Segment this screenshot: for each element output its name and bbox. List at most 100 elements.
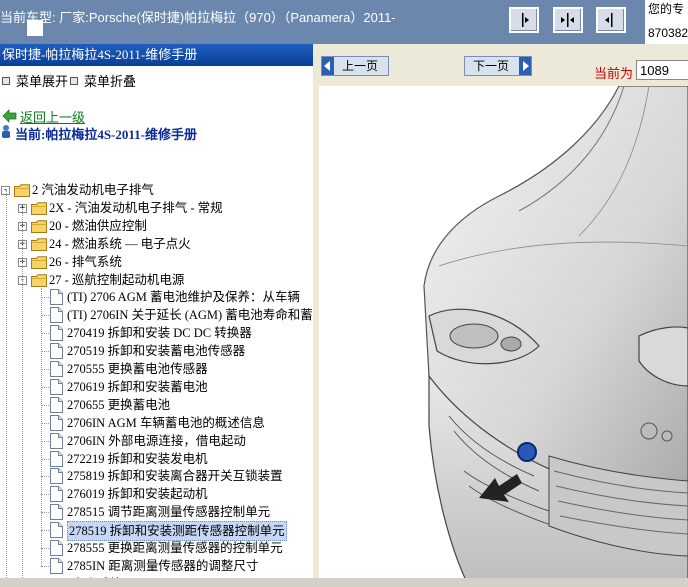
tree-guide-line (22, 207, 23, 584)
tree-document-row[interactable]: 270555 更换蓄电池传感器 (0, 360, 313, 378)
tree-connector (41, 440, 49, 442)
tree-document-row[interactable]: 272219 拆卸和安装发电机 (0, 450, 313, 468)
document-icon (50, 361, 63, 377)
square-bullet-icon (70, 77, 78, 85)
tree-connector (41, 333, 49, 335)
tree-document-row[interactable]: 270655 更换蓄电池 (0, 396, 313, 414)
folder-icon (31, 273, 47, 287)
show-right-panel-icon (605, 13, 613, 27)
show-right-panel-button[interactable] (596, 7, 626, 33)
tree-document-row[interactable]: 275819 拆卸和安装离合器开关互锁装置 (0, 467, 313, 485)
tree-folder-row[interactable]: -27 - 巡航控制起动机电源 (0, 271, 313, 289)
tree-guide-line (41, 288, 42, 566)
show-left-panel-button[interactable] (509, 7, 539, 33)
current-location-label: 当前:帕拉梅拉4S-2011-维修手册 (15, 127, 198, 142)
tree-document-row[interactable]: 270519 拆卸和安装蓄电池传感器 (0, 342, 313, 360)
menu-collapse-label: 菜单折叠 (84, 74, 137, 89)
tree-item-label: 278515 调节距离测量传感器控制单元 (67, 505, 271, 520)
menu-expand-button[interactable]: 菜单展开 (2, 71, 68, 90)
menu-expand-label: 菜单展开 (16, 74, 69, 89)
tree-document-row[interactable]: 270619 拆卸和安装蓄电池 (0, 378, 313, 396)
user-info-line2: 870382 (648, 26, 688, 40)
page-toolbar: 上一页 下一页 当前为 (319, 44, 688, 86)
tree-item-label: 270655 更换蓄电池 (67, 397, 171, 412)
bottom-bar (0, 578, 688, 587)
tree-document-row[interactable]: 2706IN AGM 车辆蓄电池的概述信息 (0, 414, 313, 432)
current-page-input[interactable] (636, 60, 688, 80)
tree-item-label: (TI) 2706 AGM 蓄电池维护及保养：从车辆 (67, 290, 300, 305)
header-checkbox[interactable] (27, 20, 43, 36)
folder-icon (31, 237, 47, 251)
split-panels-icon (561, 13, 574, 27)
tree-connector (41, 512, 49, 514)
tree-folder-row[interactable]: +20 - 燃油供应控制 (0, 217, 313, 235)
tree-document-row[interactable]: (TI) 2706IN 关于延长 (AGM) 蓄电池寿命和蓄 (0, 306, 313, 324)
document-icon (50, 396, 63, 413)
next-page-button[interactable]: 下一页 (464, 56, 532, 76)
content-panel: 上一页 下一页 当前为 (319, 44, 688, 587)
navigation-panel: 保时捷-帕拉梅拉4S-2011-维修手册 菜单展开 菜单折叠 返回上一级 当前:… (0, 44, 316, 587)
document-icon (50, 289, 63, 306)
tree-connector (41, 476, 49, 478)
tree-item-label: 270419 拆卸和安装 DC DC 转换器 (67, 326, 252, 341)
document-icon (50, 432, 63, 449)
document-icon (50, 486, 63, 503)
tree-item-label: 2706IN 外部电源连接，借电起动 (67, 433, 246, 448)
top-header: 当前车型: 厂家:Porsche(保时捷)帕拉梅拉（970）（Panamera）… (0, 0, 688, 44)
show-left-panel-icon (522, 13, 529, 27)
tree-document-row[interactable]: 270419 拆卸和安装 DC DC 转换器 (0, 324, 313, 342)
repair-illustration (319, 85, 688, 587)
tree-item-label: 272219 拆卸和安装发电机 (67, 451, 208, 466)
tree-folder-row[interactable]: -2 汽油发动机电子排气 (0, 181, 313, 199)
tree-item-label: 270555 更换蓄电池传感器 (67, 362, 208, 376)
tree-document-row[interactable]: 278515 调节距离测量传感器控制单元 (0, 503, 313, 521)
document-icon (50, 468, 63, 485)
document-icon (50, 540, 63, 556)
tree-document-row[interactable]: 2706IN 外部电源连接，借电起动 (0, 432, 313, 450)
tree-document-row[interactable]: 278555 更换距离测量传感器的控制单元 (0, 539, 313, 557)
tree-item-label: 27 - 巡航控制起动机电源 (49, 272, 185, 287)
document-icon (50, 522, 63, 539)
tree-item-label: 26 - 排气系统 (49, 254, 122, 269)
document-icon (50, 450, 63, 467)
split-panels-button[interactable] (553, 7, 583, 33)
document-icon (50, 307, 63, 324)
left-arrow-icon (324, 61, 330, 71)
tree-item-label: (TI) 2706IN 关于延长 (AGM) 蓄电池寿命和蓄 (67, 308, 313, 323)
next-page-label: 下一页 (473, 59, 510, 73)
tree-connector (41, 494, 49, 496)
right-arrow-icon (523, 61, 529, 71)
tree-document-row[interactable]: 276019 拆卸和安装起动机 (0, 485, 313, 503)
tree-connector (41, 458, 49, 460)
tree-document-row[interactable]: 278519 拆卸和安装测距传感器控制单元 (0, 521, 313, 542)
tree-folder-row[interactable]: +24 - 燃油系统 — 电子点火 (0, 235, 313, 253)
document-icon (50, 557, 63, 574)
user-info-panel: 您的专 870382 (645, 0, 688, 44)
tree-item-label: 2 汽油发动机电子排气 (32, 183, 154, 197)
tree-connector (41, 315, 49, 317)
prev-page-button[interactable]: 上一页 (321, 56, 389, 76)
tree-connector (41, 297, 49, 299)
tree-item-label: 270619 拆卸和安装蓄电池 (67, 379, 208, 394)
tree-item-label: 20 - 燃油供应控制 (49, 218, 147, 233)
tree-connector (41, 369, 49, 370)
menu-collapse-button[interactable]: 菜单折叠 (70, 71, 136, 90)
tree-document-row[interactable]: (TI) 2706 AGM 蓄电池维护及保养：从车辆 (0, 288, 313, 306)
current-page-label: 当前为 (594, 66, 634, 81)
square-bullet-icon (2, 77, 10, 85)
document-icon (50, 504, 63, 521)
tree-document-row[interactable]: 2785IN 距离测量传感器的调整尺寸 (0, 557, 313, 575)
tree-item-label: 275819 拆卸和安装离合器开关互锁装置 (67, 469, 283, 484)
tree-item-label: 2706IN AGM 车辆蓄电池的概述信息 (67, 415, 265, 430)
tree-connector (41, 530, 49, 532)
tree-folder-row[interactable]: +2X - 汽油发动机电子排气 - 常规 (0, 199, 313, 217)
tree-item-label: 270519 拆卸和安装蓄电池传感器 (67, 344, 246, 359)
tree-folder-row[interactable]: +26 - 排气系统 (0, 253, 313, 271)
tree-item-label: 278555 更换距离测量传感器的控制单元 (67, 541, 283, 555)
folder-icon (31, 255, 47, 269)
tree-item-label: 2785IN 距离测量传感器的调整尺寸 (67, 558, 259, 573)
tree-item-label: 276019 拆卸和安装起动机 (67, 487, 208, 502)
document-icon (50, 343, 63, 360)
document-icon (50, 325, 63, 342)
tree-connector (41, 565, 49, 567)
